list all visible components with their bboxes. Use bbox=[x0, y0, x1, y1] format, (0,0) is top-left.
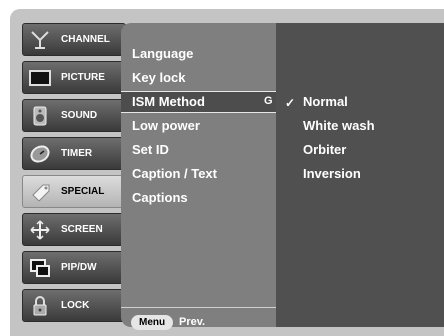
osd-window: CHANNEL PICTURE SOUND TIMER SPECIAL SCRE… bbox=[10, 9, 444, 336]
submenu-hint-icon: G bbox=[264, 95, 273, 107]
option-normal[interactable]: Normal bbox=[303, 94, 348, 109]
footer-divider bbox=[121, 307, 276, 308]
option-inversion[interactable]: Inversion bbox=[303, 166, 361, 181]
sidebar-item-label: PICTURE bbox=[61, 72, 105, 83]
move-arrows-icon bbox=[29, 219, 51, 241]
menu-item-caption-text[interactable]: Caption / Text bbox=[132, 166, 217, 181]
sidebar-item-sound[interactable]: SOUND bbox=[22, 99, 126, 132]
ism-options-panel: ✓ Normal White wash Orbiter Inversion bbox=[276, 23, 444, 327]
sidebar-item-label: SPECIAL bbox=[61, 186, 105, 197]
special-menu-panel: Language Key lock ISM Method G Low power… bbox=[121, 23, 276, 330]
menu-item-ism-method[interactable]: ISM Method bbox=[132, 94, 205, 109]
sidebar-item-lock[interactable]: LOCK bbox=[22, 289, 126, 322]
menu-item-low-power[interactable]: Low power bbox=[132, 118, 200, 133]
tv-screen-icon bbox=[29, 67, 51, 89]
padlock-icon bbox=[29, 295, 51, 317]
check-icon: ✓ bbox=[285, 96, 296, 110]
menu-item-language[interactable]: Language bbox=[132, 46, 193, 61]
speaker-icon bbox=[29, 105, 51, 127]
menu-button[interactable]: Menu bbox=[131, 315, 174, 330]
sidebar-item-channel[interactable]: CHANNEL bbox=[22, 23, 126, 56]
category-sidebar: CHANNEL PICTURE SOUND TIMER SPECIAL SCRE… bbox=[22, 23, 126, 327]
sidebar-item-special[interactable]: SPECIAL bbox=[22, 175, 126, 208]
option-orbiter[interactable]: Orbiter bbox=[303, 142, 346, 157]
sidebar-item-label: PIP/DW bbox=[61, 262, 97, 273]
selection-border-bottom bbox=[121, 112, 276, 113]
sidebar-item-timer[interactable]: TIMER bbox=[22, 137, 126, 170]
clock-icon bbox=[29, 143, 51, 165]
antenna-icon bbox=[29, 29, 51, 51]
option-white-wash[interactable]: White wash bbox=[303, 118, 375, 133]
pip-icon bbox=[29, 257, 51, 279]
sidebar-item-pipdw[interactable]: PIP/DW bbox=[22, 251, 126, 284]
sidebar-item-label: LOCK bbox=[61, 300, 90, 311]
menu-item-captions[interactable]: Captions bbox=[132, 190, 188, 205]
menu-item-key-lock[interactable]: Key lock bbox=[132, 70, 185, 85]
menu-item-set-id[interactable]: Set ID bbox=[132, 142, 169, 157]
sidebar-item-label: TIMER bbox=[61, 148, 93, 159]
sidebar-item-label: SOUND bbox=[61, 110, 98, 121]
tag-icon bbox=[29, 181, 51, 203]
selection-border-top bbox=[121, 91, 276, 92]
sidebar-item-label: SCREEN bbox=[61, 224, 103, 235]
prev-label: Prev. bbox=[179, 316, 206, 328]
sidebar-item-screen[interactable]: SCREEN bbox=[22, 213, 126, 246]
sidebar-item-picture[interactable]: PICTURE bbox=[22, 61, 126, 94]
sidebar-item-label: CHANNEL bbox=[61, 34, 110, 45]
